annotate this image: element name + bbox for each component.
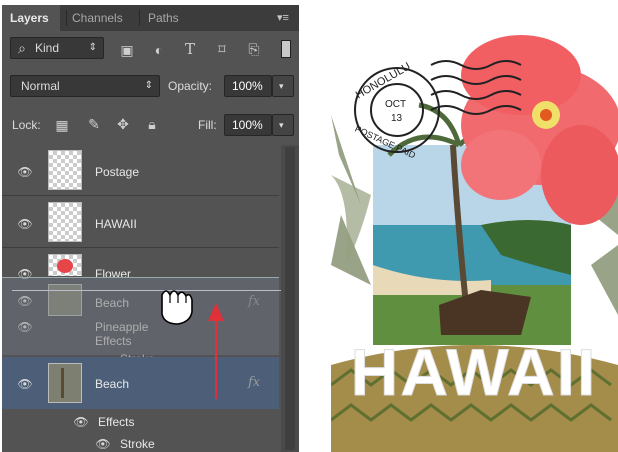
layer-row-postage[interactable]: 👁︎ Postage bbox=[2, 145, 279, 196]
chevron-updown-icon: ⇕ bbox=[144, 80, 153, 91]
poster-image: OCT 13 HONOLULU POSTAGE PAID HAWAII bbox=[331, 35, 618, 452]
layer-row-hawaii[interactable]: 👁︎ HAWAII bbox=[2, 197, 279, 248]
visibility-eye-icon: 👁︎ bbox=[17, 294, 33, 308]
layers-panel: Layers Channels Paths ▾≡ ⌕ Kind ⇕ ▣ ◐ T … bbox=[2, 5, 299, 452]
layer-name: HAWAII bbox=[95, 217, 137, 231]
lock-image-pixels-brush-icon[interactable]: ✎ bbox=[86, 116, 102, 133]
layer-name: Postage bbox=[95, 165, 140, 179]
lock-position-move-icon[interactable]: ✥ bbox=[115, 116, 131, 133]
filter-toggle-switch[interactable] bbox=[281, 40, 291, 58]
layer-row-beach[interactable]: 👁︎ Beach fx bbox=[2, 357, 279, 409]
layer-name: Beach bbox=[95, 377, 130, 391]
layer-thumbnail bbox=[48, 202, 82, 242]
layer-thumbnail bbox=[48, 150, 82, 190]
ghost-thumbnail bbox=[48, 284, 82, 316]
beach-stroke-row[interactable]: 👁︎ Stroke bbox=[2, 433, 279, 452]
grab-hand-cursor-icon bbox=[161, 290, 193, 325]
panel-tab-bar: Layers Channels Paths ▾≡ bbox=[2, 5, 299, 31]
postmark-city: HONOLULU bbox=[354, 61, 413, 102]
palm-thumb-image bbox=[61, 368, 64, 398]
chevron-down-icon: ▾ bbox=[279, 120, 284, 130]
tab-paths[interactable]: Paths bbox=[140, 5, 187, 31]
lock-transparent-pixels-icon[interactable]: ▦ bbox=[54, 117, 70, 134]
dragged-layer-ghost[interactable]: 👁︎ Beach Pineapple Effects Stroke fx 👁︎ bbox=[2, 277, 282, 366]
ghost-pineapple-label: Pineapple bbox=[95, 320, 149, 334]
opacity-dropdown-button[interactable]: ▾ bbox=[272, 75, 294, 97]
visibility-eye-icon[interactable]: 👁︎ bbox=[16, 377, 34, 391]
scrollbar-track[interactable] bbox=[285, 147, 295, 450]
opacity-input[interactable]: 100% bbox=[224, 75, 272, 97]
flower-thumb-image bbox=[57, 259, 73, 273]
visibility-eye-icon[interactable]: 👁︎ bbox=[16, 165, 34, 179]
layers-scrollbar[interactable] bbox=[281, 145, 299, 452]
fx-icon: fx bbox=[248, 294, 261, 309]
tab-channels[interactable]: Channels bbox=[64, 5, 131, 31]
fill-dropdown-button[interactable]: ▾ bbox=[272, 114, 294, 136]
fill-value: 100% bbox=[232, 118, 263, 132]
layers-list: 👁︎ Postage 👁︎ HAWAII 👁︎ Flower 👁︎ Beach … bbox=[2, 145, 282, 452]
visibility-eye-icon: 👁︎ bbox=[17, 320, 33, 334]
visibility-eye-icon[interactable]: 👁︎ bbox=[72, 415, 90, 429]
type-layer-filter-icon[interactable]: T bbox=[181, 40, 199, 58]
pixel-layer-filter-icon[interactable]: ▣ bbox=[118, 42, 136, 59]
effects-label: Effects bbox=[98, 415, 135, 429]
poster-title: HAWAII bbox=[351, 335, 598, 409]
search-icon: ⌕ bbox=[18, 40, 26, 56]
smart-object-filter-icon[interactable]: ⎘ bbox=[245, 41, 263, 58]
blend-row: Normal ⇕ Opacity: 100% ▾ bbox=[2, 73, 299, 101]
lock-row: Lock: ▦ ✎ ✥ 🔒︎ Fill: 100% ▾ bbox=[2, 111, 299, 139]
chevron-down-icon: ▾ bbox=[279, 81, 284, 91]
ghost-beach-label: Beach bbox=[95, 296, 130, 310]
lock-label: Lock: bbox=[12, 118, 41, 132]
postmark-day: 13 bbox=[391, 113, 403, 124]
layer-thumbnail bbox=[48, 363, 82, 403]
filter-kind-select[interactable]: ⌕ Kind ⇕ bbox=[10, 37, 104, 59]
beach-effects-row[interactable]: 👁︎ Effects bbox=[2, 409, 279, 433]
blend-mode-select[interactable]: Normal ⇕ bbox=[10, 75, 160, 97]
poster-canvas: OCT 13 HONOLULU POSTAGE PAID HAWAII bbox=[331, 35, 618, 452]
fill-label: Fill: bbox=[198, 118, 217, 132]
drag-overlay bbox=[161, 290, 224, 399]
filter-row: ⌕ Kind ⇕ ▣ ◐ T ⌑ ⎘ bbox=[2, 35, 299, 63]
chevron-updown-icon: ⇕ bbox=[88, 42, 97, 53]
layer-thumbnail bbox=[48, 254, 82, 276]
blend-mode-value: Normal bbox=[21, 79, 60, 93]
opacity-value: 100% bbox=[232, 79, 263, 93]
adjustment-layer-filter-icon[interactable]: ◐ bbox=[150, 42, 168, 58]
panel-menu-icon[interactable]: ▾≡ bbox=[277, 13, 291, 24]
shape-layer-filter-icon[interactable]: ⌑ bbox=[213, 41, 231, 58]
filter-kind-label: Kind bbox=[35, 41, 60, 55]
ghost-effects-label: Effects bbox=[95, 334, 132, 348]
stroke-label: Stroke bbox=[120, 437, 155, 451]
fx-icon[interactable]: fx bbox=[248, 375, 260, 390]
visibility-eye-icon[interactable]: 👁︎ bbox=[16, 217, 34, 231]
drop-indicator-line bbox=[12, 290, 282, 291]
visibility-eye-icon[interactable]: 👁︎ bbox=[94, 437, 112, 451]
drag-up-arrow-icon bbox=[208, 303, 224, 399]
lock-all-icon[interactable]: 🔒︎ bbox=[144, 116, 160, 133]
opacity-label: Opacity: bbox=[168, 79, 213, 93]
postmark-date: OCT bbox=[385, 99, 406, 110]
tab-layers[interactable]: Layers bbox=[2, 5, 60, 31]
layer-row-flower[interactable]: 👁︎ Flower bbox=[2, 249, 279, 281]
fill-input[interactable]: 100% bbox=[224, 114, 272, 136]
